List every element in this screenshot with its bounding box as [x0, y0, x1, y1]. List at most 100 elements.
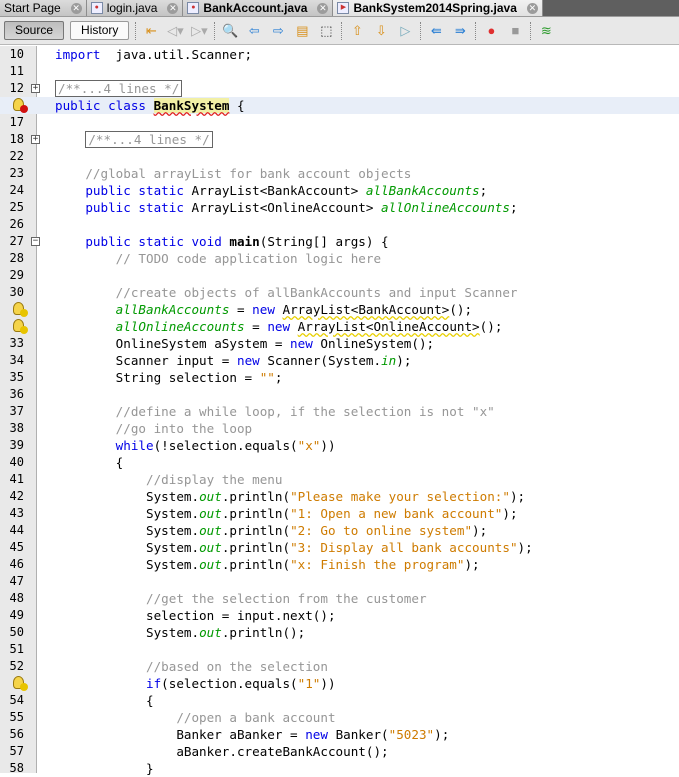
code-text: //go into the loop — [55, 420, 252, 437]
code-line[interactable]: 55 //open a bank account — [0, 709, 679, 726]
code-editor[interactable]: 10 import java.util.Scanner; 11 12 + /**...4 … — [0, 46, 679, 776]
close-icon[interactable]: ✕ — [526, 2, 538, 14]
tab-start-page[interactable]: Start Page ✕ — [0, 0, 87, 16]
code-line[interactable]: 23 //global arrayList for bank account o… — [0, 165, 679, 182]
back-icon[interactable]: ◁▾ — [166, 22, 184, 40]
code-line[interactable]: 45 System.out.println("3: Display all ba… — [0, 539, 679, 556]
code-line[interactable]: 29 — [0, 267, 679, 284]
last-edit-icon[interactable]: ⇤ — [142, 22, 160, 40]
code-line[interactable]: allBankAccounts = new ArrayList<BankAcco… — [0, 301, 679, 318]
warning-hint-bulb-icon[interactable] — [13, 319, 28, 334]
code-token: String selection = — [55, 370, 260, 385]
source-button[interactable]: Source — [4, 21, 65, 40]
warning-hint-bulb-icon[interactable] — [13, 302, 28, 317]
code-line[interactable]: 52 //based on the selection — [0, 658, 679, 675]
line-number: 51 — [9, 642, 24, 656]
shift-right-icon[interactable]: ⇛ — [451, 22, 469, 40]
fold-toggle-icon[interactable]: + — [31, 135, 40, 144]
code-line[interactable]: 49 selection = input.next(); — [0, 607, 679, 624]
code-text: //display the menu — [55, 471, 282, 488]
code-line[interactable]: 56 Banker aBanker = new Banker("5023"); — [0, 726, 679, 743]
code-token: System. — [55, 523, 200, 538]
code-token: out — [199, 506, 222, 521]
select-rectangle-icon[interactable]: ⬚ — [317, 22, 335, 40]
fold-toggle-icon[interactable]: + — [31, 84, 40, 93]
tab-bankaccount-java[interactable]: ● BankAccount.java ✕ — [183, 0, 334, 16]
code-line[interactable]: 51 — [0, 641, 679, 658]
line-number: 49 — [9, 608, 24, 622]
code-line[interactable]: 46 System.out.println("x: Finish the pro… — [0, 556, 679, 573]
code-token: .println( — [221, 523, 291, 538]
find-next-icon[interactable]: ⇨ — [269, 22, 287, 40]
tab-label: BankSystem2014Spring.java — [353, 1, 517, 15]
find-icon[interactable]: 🔍 — [221, 22, 239, 40]
code-line[interactable]: 27− public static void main(String[] arg… — [0, 233, 679, 250]
code-line[interactable]: 36 — [0, 386, 679, 403]
code-line[interactable]: 42 System.out.println("Please make your … — [0, 488, 679, 505]
code-line[interactable]: 37 //define a while loop, if the selecti… — [0, 403, 679, 420]
tab-label: BankAccount.java — [203, 1, 308, 15]
code-line[interactable]: 48 //get the selection from the customer — [0, 590, 679, 607]
code-line[interactable]: 44 System.out.println("2: Go to online s… — [0, 522, 679, 539]
code-line[interactable]: 50 System.out.println(); — [0, 624, 679, 641]
code-line[interactable]: public class BankSystem { — [0, 97, 679, 114]
code-line[interactable]: 17 — [0, 114, 679, 131]
find-previous-icon[interactable]: ⇦ — [245, 22, 263, 40]
close-icon[interactable]: ✕ — [317, 2, 329, 14]
code-line[interactable]: 22 — [0, 148, 679, 165]
divider — [530, 21, 532, 40]
line-number: 10 — [9, 47, 24, 61]
comment-icon[interactable]: ≋ — [537, 22, 555, 40]
code-line[interactable]: 34 Scanner input = new Scanner(System.in… — [0, 352, 679, 369]
warning-hint-bulb-icon[interactable] — [13, 676, 28, 691]
code-line[interactable]: 25 public static ArrayList<OnlineAccount… — [0, 199, 679, 216]
code-token: ArrayList<OnlineAccount> — [297, 319, 480, 334]
line-number: 46 — [9, 557, 24, 571]
code-line[interactable]: 30 //create objects of allBankAccounts a… — [0, 284, 679, 301]
shift-left-icon[interactable]: ⇚ — [427, 22, 445, 40]
code-line[interactable]: 43 System.out.println("1: Open a new ban… — [0, 505, 679, 522]
history-button[interactable]: History — [70, 21, 130, 40]
code-line[interactable]: 33 OnlineSystem aSystem = new OnlineSyst… — [0, 335, 679, 352]
tab-banksystem-java[interactable]: ▶ BankSystem2014Spring.java ✕ — [333, 0, 543, 16]
code-line[interactable]: if(selection.equals("1")) — [0, 675, 679, 692]
code-text: import java.util.Scanner; — [55, 46, 252, 63]
code-line[interactable]: 10 import java.util.Scanner; — [0, 46, 679, 63]
toggle-bookmark-icon[interactable]: ▷ — [396, 22, 414, 40]
code-token: (selection.equals( — [161, 676, 298, 691]
code-token: = — [229, 302, 253, 317]
code-line[interactable]: 11 — [0, 63, 679, 80]
tab-login-java[interactable]: ● login.java ✕ — [86, 0, 184, 16]
code-line[interactable]: 47 — [0, 573, 679, 590]
fold-toggle-icon[interactable]: − — [31, 237, 40, 246]
stop-macro-icon[interactable]: ■ — [506, 22, 524, 40]
code-line[interactable]: 28 // TODO code application logic here — [0, 250, 679, 267]
line-number: 24 — [9, 183, 24, 197]
code-line[interactable]: 18 + /**...4 lines */ — [0, 131, 679, 148]
line-number: 43 — [9, 506, 24, 520]
forward-icon[interactable]: ▷▾ — [190, 22, 208, 40]
code-line[interactable]: 24 public static ArrayList<BankAccount> … — [0, 182, 679, 199]
tab-bar-empty — [542, 0, 679, 16]
code-line[interactable]: 57 aBanker.createBankAccount(); — [0, 743, 679, 760]
code-line[interactable]: allOnlineAccounts = new ArrayList<Online… — [0, 318, 679, 335]
next-bookmark-icon[interactable]: ⇩ — [372, 22, 390, 40]
code-token: { — [55, 693, 154, 708]
close-icon[interactable]: ✕ — [70, 2, 82, 14]
code-line[interactable]: 35 String selection = ""; — [0, 369, 679, 386]
code-line[interactable]: 26 — [0, 216, 679, 233]
code-line[interactable]: 40 { — [0, 454, 679, 471]
code-line[interactable]: 38 //go into the loop — [0, 420, 679, 437]
close-icon[interactable]: ✕ — [167, 2, 179, 14]
code-line[interactable]: 39 while(!selection.equals("x")) — [0, 437, 679, 454]
error-hint-bulb-icon[interactable] — [13, 98, 28, 113]
code-line[interactable]: 54 { — [0, 692, 679, 709]
code-line[interactable]: 12 + /**...4 lines */ — [0, 80, 679, 97]
code-line[interactable]: 58 } — [0, 760, 679, 777]
code-line[interactable]: 41 //display the menu — [0, 471, 679, 488]
previous-bookmark-icon[interactable]: ⇧ — [348, 22, 366, 40]
record-macro-icon[interactable]: ● — [482, 22, 500, 40]
code-token: "x" — [297, 438, 321, 453]
toggle-highlight-icon[interactable]: ▤ — [293, 22, 311, 40]
